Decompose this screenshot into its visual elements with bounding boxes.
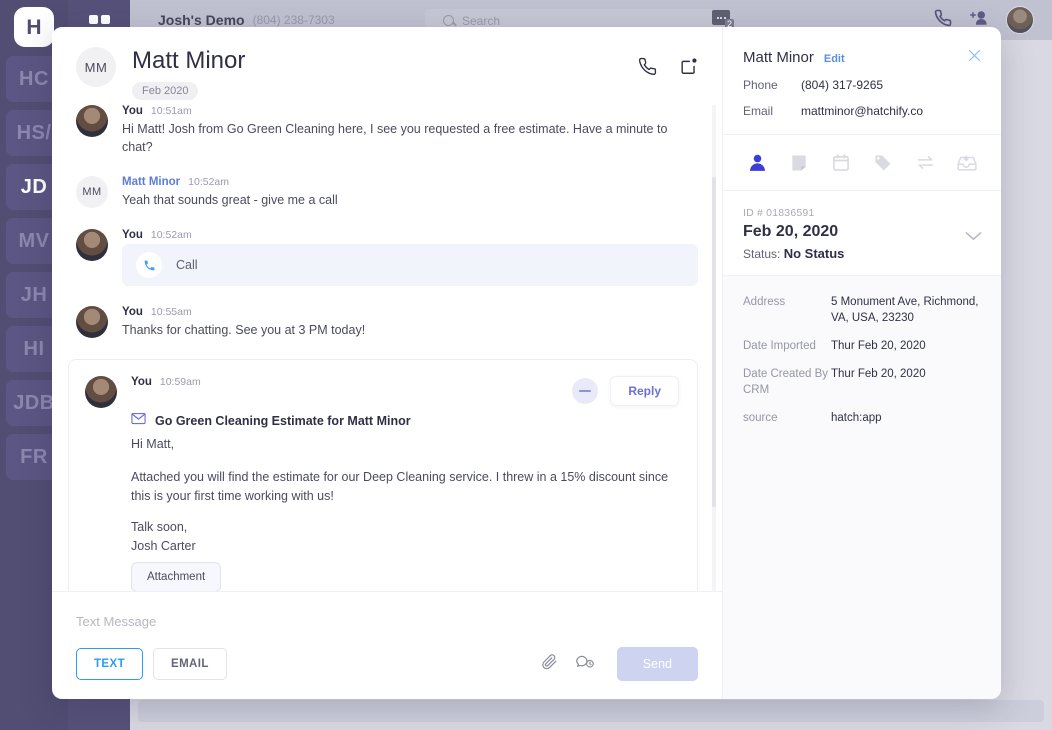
- detail-key: Date Imported: [743, 338, 831, 354]
- tab-email[interactable]: EMAIL: [153, 648, 227, 680]
- contact-panel: Matt Minor Edit Phone (804) 317-9265 Ema…: [722, 27, 1001, 699]
- archive-icon[interactable]: [955, 151, 979, 175]
- status-label: Status:: [743, 247, 780, 261]
- detail-value: Thur Feb 20, 2020: [831, 338, 926, 354]
- message-text: Thanks for chatting. See you at 3 PM tod…: [122, 321, 698, 339]
- detail-row: Date Created By CRM Thur Feb 20, 2020: [743, 366, 981, 398]
- email-body: Attached you will find the estimate for …: [131, 468, 679, 506]
- schedule-message-icon[interactable]: [576, 653, 595, 675]
- detail-key: Address: [743, 294, 831, 326]
- close-icon[interactable]: [966, 47, 983, 69]
- detail-value: 5 Monument Ave, Richmond, VA, USA, 23230: [831, 294, 981, 326]
- calendar-icon[interactable]: [829, 151, 853, 175]
- email-greeting: Hi Matt,: [131, 435, 679, 454]
- person-icon[interactable]: [745, 151, 769, 175]
- edit-contact-link[interactable]: Edit: [824, 53, 845, 65]
- email-signoff-1: Talk soon,: [131, 518, 679, 537]
- thread-header: MM Matt Minor Feb 2020: [52, 27, 722, 105]
- record-status: Status: No Status: [743, 246, 981, 261]
- chevron-down-icon[interactable]: [964, 229, 983, 247]
- detail-value: hatch:app: [831, 410, 882, 426]
- detail-row: Date Imported Thur Feb 20, 2020: [743, 338, 981, 354]
- thread-scrollbar-thumb[interactable]: [712, 177, 716, 507]
- send-button[interactable]: Send: [617, 647, 698, 681]
- message-author: You: [122, 229, 143, 241]
- avatar: [76, 105, 108, 137]
- message-time: 10:52am: [188, 176, 229, 188]
- email-subject: Go Green Cleaning Estimate for Matt Mino…: [155, 414, 411, 428]
- message-composer: Text Message TEXT EMAIL: [52, 591, 722, 699]
- message-author: You: [122, 105, 143, 117]
- contact-name: Matt Minor: [132, 47, 245, 75]
- message-item: You 10:55am Thanks for chatting. See you…: [76, 306, 698, 339]
- panel-details: Address 5 Monument Ave, Richmond, VA, US…: [723, 276, 1001, 699]
- phone-value: (804) 317-9265: [801, 78, 883, 92]
- message-thread[interactable]: You 10:51am Hi Matt! Josh from Go Green …: [52, 105, 722, 591]
- email-author: You: [131, 376, 152, 388]
- detail-row: Address 5 Monument Ave, Richmond, VA, US…: [743, 294, 981, 326]
- message-author: Matt Minor: [122, 176, 180, 188]
- avatar: [76, 229, 108, 261]
- email-value: mattminor@hatchify.co: [801, 104, 923, 118]
- avatar: MM: [76, 176, 108, 208]
- detail-key: Date Created By CRM: [743, 366, 831, 398]
- email-label: Email: [743, 104, 801, 118]
- attachment-button[interactable]: Attachment: [131, 562, 221, 591]
- detail-row: source hatch:app: [743, 410, 981, 426]
- email-message: You 10:59am Reply: [68, 359, 698, 591]
- app-root: H HC HS/ JD MV JH HI JDB FR Josh's Demo …: [0, 0, 1052, 730]
- call-label: Call: [176, 258, 198, 272]
- detail-key: source: [743, 410, 831, 426]
- transfer-icon[interactable]: [913, 151, 937, 175]
- avatar: [85, 376, 117, 408]
- avatar: [76, 306, 108, 338]
- thread-date-pill: Feb 2020: [132, 82, 198, 100]
- record-date: Feb 20, 2020: [743, 223, 981, 241]
- call-card[interactable]: Call: [122, 244, 698, 286]
- contact-avatar-initials: MM: [85, 60, 108, 75]
- avatar-initials: MM: [82, 186, 101, 198]
- message-author: You: [122, 306, 143, 318]
- panel-tab-bar: [723, 135, 1001, 191]
- message-time: 10:52am: [151, 229, 192, 241]
- status-value: No Status: [784, 246, 845, 261]
- reply-button[interactable]: Reply: [610, 376, 679, 406]
- email-time: 10:59am: [160, 376, 201, 388]
- panel-summary: ID # 01836591 Feb 20, 2020 Status: No St…: [723, 191, 1001, 276]
- message-text: Yeah that sounds great - give me a call: [122, 191, 698, 209]
- note-icon[interactable]: [787, 151, 811, 175]
- collapse-button[interactable]: [572, 378, 598, 404]
- message-input[interactable]: Text Message: [76, 592, 698, 629]
- message-time: 10:55am: [151, 306, 192, 318]
- message-item: MM Matt Minor 10:52am Yeah that sounds g…: [76, 176, 698, 209]
- attachment-icon[interactable]: [541, 653, 558, 675]
- message-time: 10:51am: [151, 105, 192, 117]
- contact-avatar: MM: [76, 47, 116, 87]
- thread-column: MM Matt Minor Feb 2020: [52, 27, 722, 699]
- envelope-icon: [131, 412, 146, 430]
- tab-text[interactable]: TEXT: [76, 648, 143, 680]
- message-item-call: You 10:52am Call: [76, 229, 698, 286]
- conversation-modal: MM Matt Minor Feb 2020: [52, 27, 1001, 699]
- detail-value: Thur Feb 20, 2020: [831, 366, 926, 398]
- message-item: You 10:51am Hi Matt! Josh from Go Green …: [76, 105, 698, 156]
- panel-contact-name: Matt Minor: [743, 49, 814, 66]
- contact-panel-header: Matt Minor Edit Phone (804) 317-9265 Ema…: [723, 27, 1001, 135]
- phone-label: Phone: [743, 78, 801, 92]
- tag-icon[interactable]: [871, 151, 895, 175]
- call-icon: [136, 252, 162, 278]
- message-text: Hi Matt! Josh from Go Green Cleaning her…: [122, 120, 698, 156]
- popout-window-icon[interactable]: [679, 57, 698, 81]
- email-signoff-2: Josh Carter: [131, 537, 679, 556]
- call-phone-icon[interactable]: [638, 57, 657, 81]
- record-id: ID # 01836591: [743, 207, 981, 219]
